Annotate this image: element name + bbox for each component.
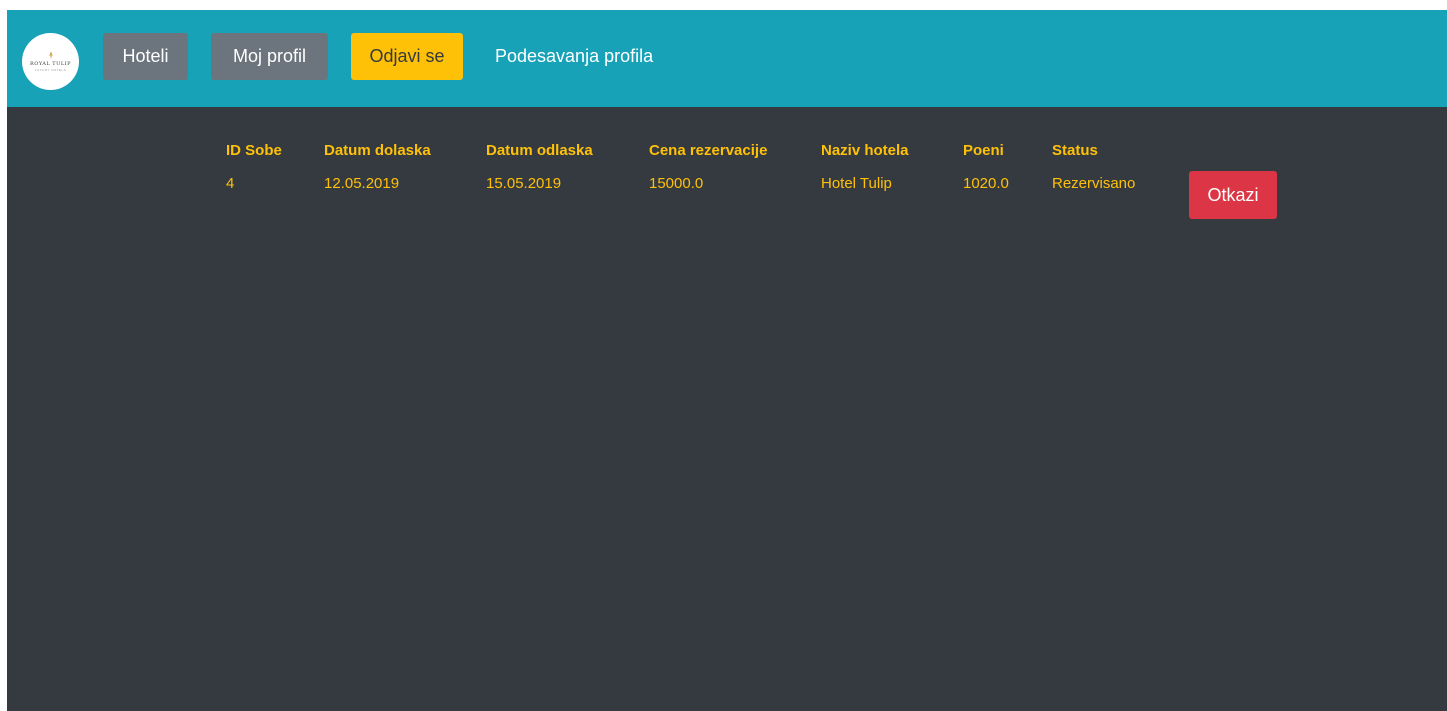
table-header-row: ID Sobe Datum dolaska Datum odlaska Cena…: [214, 131, 1289, 169]
header-action: [1169, 131, 1289, 169]
tulip-icon: [48, 51, 53, 59]
navbar: ROYAL TULIP LUXURY HOTELS Hoteli Moj pro…: [7, 10, 1447, 107]
podesavanja-profila-link[interactable]: Podesavanja profila: [495, 33, 653, 80]
cell-status: Rezervisano: [1052, 175, 1136, 192]
app-frame: ROYAL TULIP LUXURY HOTELS Hoteli Moj pro…: [7, 10, 1447, 711]
reservations-table: ID Sobe Datum dolaska Datum odlaska Cena…: [214, 131, 1289, 221]
logo[interactable]: ROYAL TULIP LUXURY HOTELS: [22, 33, 79, 90]
header-datum-odlaska: Datum odlaska: [486, 141, 593, 159]
header-status: Status: [1052, 141, 1098, 159]
header-poeni: Poeni: [963, 141, 1004, 159]
cell-poeni: 1020.0: [963, 175, 1009, 192]
header-cena-rezervacije: Cena rezervacije: [649, 141, 768, 159]
header-naziv-hotela: Naziv hotela: [821, 141, 909, 159]
odjavi-se-button[interactable]: Odjavi se: [351, 33, 463, 80]
cell-datum-dolaska: 12.05.2019: [324, 175, 400, 192]
otkazi-button[interactable]: Otkazi: [1189, 171, 1277, 219]
logo-tagline: LUXURY HOTELS: [34, 68, 67, 72]
table-row: 4 12.05.2019 15.05.2019 15000.0 Hotel Tu…: [214, 169, 1289, 221]
cell-naziv-hotela: Hotel Tulip: [821, 175, 892, 192]
cell-cena: 15000.0: [649, 175, 704, 192]
cell-id-sobe: 4: [226, 175, 235, 192]
header-datum-dolaska: Datum dolaska: [324, 141, 431, 159]
cell-action: Otkazi: [1169, 169, 1289, 221]
cell-datum-odlaska: 15.05.2019: [486, 175, 562, 192]
hoteli-button[interactable]: Hoteli: [103, 33, 188, 80]
logo-brand-text: ROYAL TULIP: [29, 61, 71, 67]
moj-profil-button[interactable]: Moj profil: [211, 33, 328, 80]
header-id-sobe: ID Sobe: [226, 141, 282, 159]
